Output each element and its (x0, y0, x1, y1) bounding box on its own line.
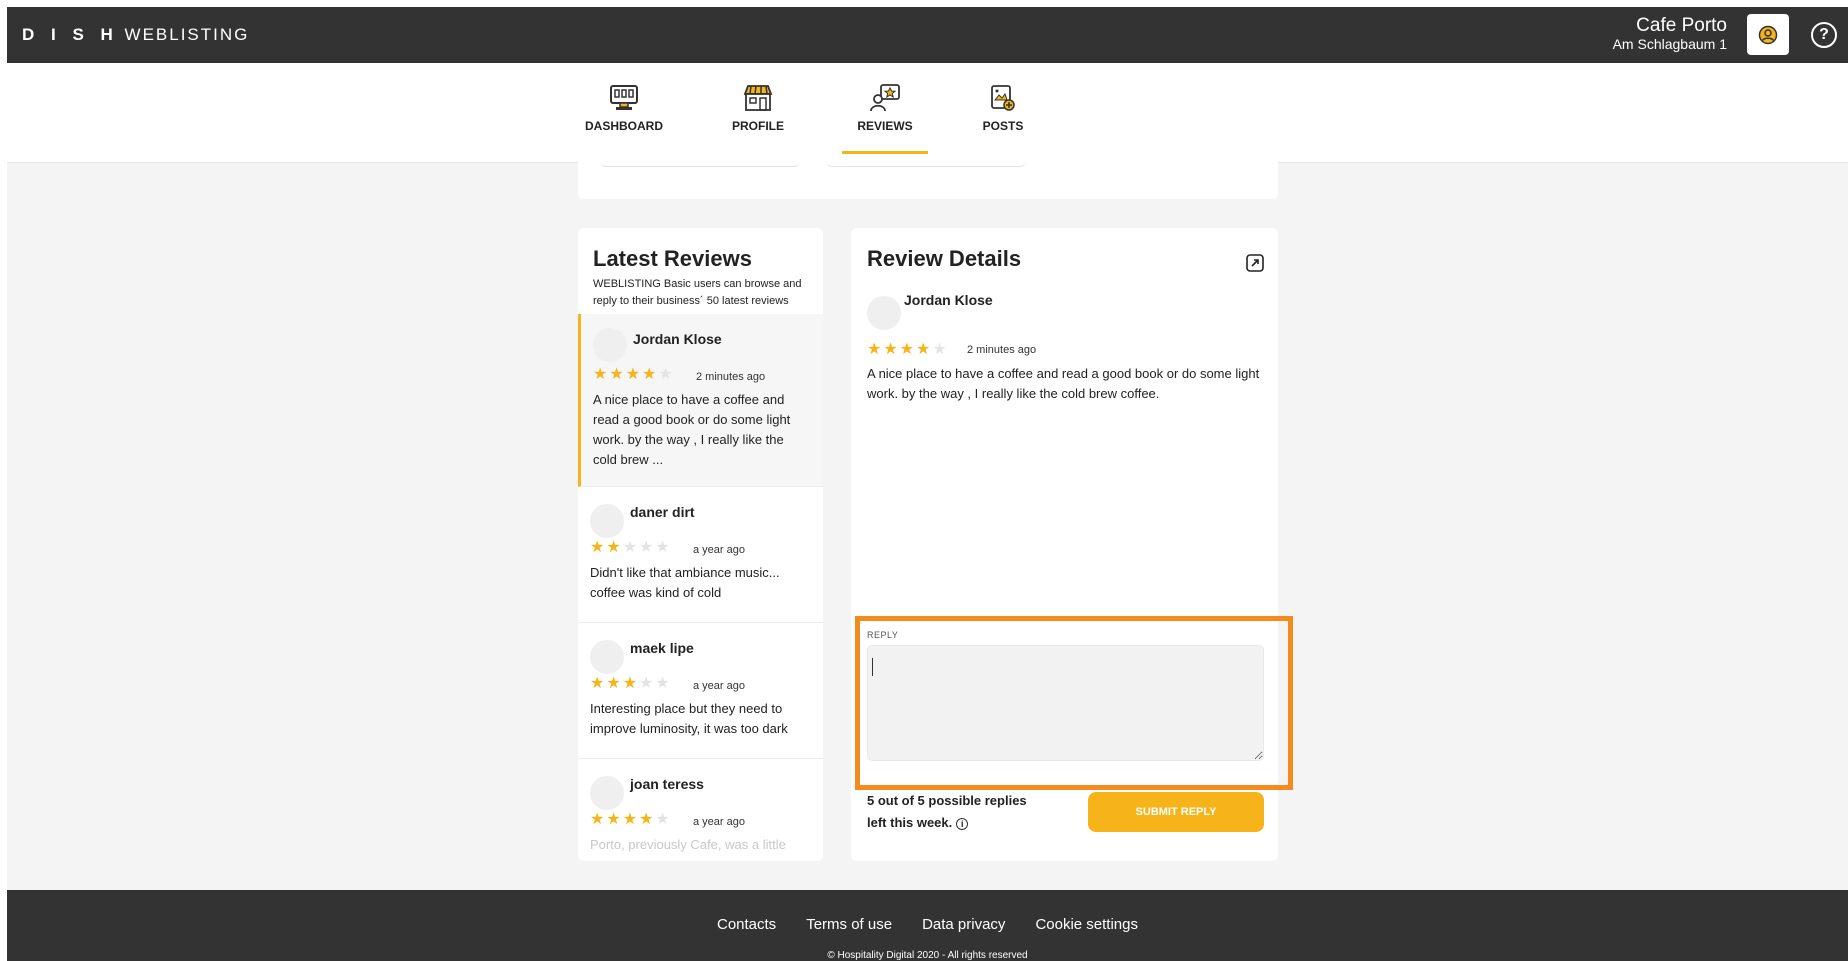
nav-dashboard-label: DASHBOARD (585, 119, 663, 133)
footer: Contacts Terms of use Data privacy Cooki… (7, 890, 1848, 961)
review-text: Interesting place but they need to impro… (590, 701, 788, 736)
expand-icon[interactable] (1246, 254, 1264, 272)
review-time: a year ago (693, 816, 745, 828)
reviewer-name: joan teress (630, 776, 704, 792)
brand-strong: D I S H (22, 25, 119, 44)
reply-label: REPLY (867, 630, 899, 640)
nav-dashboard[interactable]: DASHBOARD (569, 81, 679, 133)
review-time: a year ago (693, 680, 745, 692)
avatar (590, 776, 624, 810)
reviewer-name: daner dirt (630, 504, 695, 520)
review-details-title: Review Details (867, 246, 1022, 271)
main-nav: DASHBOARD PROFILE REVIEWS POSTS (7, 63, 1848, 163)
nav-profile-label: PROFILE (731, 119, 784, 133)
avatar (590, 640, 624, 674)
footer-link-cookies[interactable]: Cookie settings (1035, 916, 1138, 933)
latest-reviews-title: Latest Reviews (593, 246, 752, 271)
nav-posts[interactable]: POSTS (948, 81, 1058, 133)
review-text: Porto, previously Cafe, was a little (590, 837, 786, 852)
reviewer-name: maek lipe (630, 640, 694, 656)
reply-textarea[interactable] (867, 645, 1264, 761)
copyright: © Hospitality Digital 2020 - All rights … (827, 950, 1028, 961)
nav-reviews[interactable]: REVIEWS (830, 81, 940, 154)
active-tab-indicator (842, 151, 928, 154)
review-text: A nice place to have a coffee and read a… (867, 366, 1260, 401)
overview-card-bottom (578, 157, 1278, 199)
reviews-icon (830, 81, 940, 115)
footer-link-privacy[interactable]: Data privacy (922, 916, 1005, 933)
star-rating: ★★★★★ (593, 366, 675, 383)
review-list-item[interactable]: Jordan Klose ★★★★★ 2 minutes ago A nice … (578, 314, 823, 487)
replies-left-label: 5 out of 5 possible replies left this we… (867, 793, 1027, 830)
text-cursor (872, 658, 873, 676)
review-list-item[interactable]: joan teress ★★★★★ a year ago Porto, prev… (578, 759, 823, 861)
card-tab-shadow (600, 161, 800, 167)
review-time: 2 minutes ago (696, 371, 766, 383)
review-text: A nice place to have a coffee and read a… (593, 392, 791, 467)
brand-light: WEBLISTING (124, 25, 250, 44)
footer-link-terms[interactable]: Terms of use (806, 916, 892, 933)
dashboard-icon (569, 81, 679, 115)
star-rating: ★★★★★ (867, 341, 949, 358)
card-tab-shadow (826, 161, 1026, 167)
review-time: 2 minutes ago (967, 344, 1037, 356)
avatar (867, 296, 901, 330)
business-info: Cafe Porto Am Schlagbaum 1 (1613, 15, 1727, 53)
nav-reviews-label: REVIEWS (857, 119, 913, 133)
reviewer-name: Jordan Klose (904, 292, 993, 308)
storefront-icon (703, 81, 813, 115)
business-name: Cafe Porto (1636, 15, 1727, 36)
review-list-item[interactable]: maek lipe ★★★★★ a year ago Interesting p… (578, 623, 823, 759)
review-details-card: Review Details Jordan Klose ★★★★★ 2 minu… (851, 228, 1278, 861)
footer-links: Contacts Terms of use Data privacy Cooki… (7, 916, 1848, 933)
avatar (593, 328, 627, 362)
star-rating: ★★★★★ (590, 539, 672, 556)
business-address: Am Schlagbaum 1 (1612, 36, 1727, 52)
reviewer-name: Jordan Klose (633, 331, 722, 347)
account-button[interactable] (1747, 14, 1789, 55)
latest-reviews-card: Latest Reviews WEBLISTING Basic users ca… (578, 228, 823, 861)
top-bar: D I S H WEBLISTING Cafe Porto Am Schlagb… (7, 7, 1848, 63)
review-time: a year ago (693, 544, 745, 556)
posts-icon (948, 81, 1058, 115)
submit-reply-button[interactable]: SUBMIT REPLY (1088, 792, 1264, 832)
info-icon[interactable]: i (956, 817, 969, 830)
review-text: Didn't like that ambiance music... coffe… (590, 565, 780, 600)
star-rating: ★★★★★ (590, 811, 672, 828)
replies-left-text: 5 out of 5 possible replies left this we… (867, 790, 1042, 834)
nav-posts-label: POSTS (982, 119, 1024, 133)
avatar (590, 504, 624, 538)
help-icon[interactable]: ? (1811, 22, 1837, 48)
brand-logo[interactable]: D I S H WEBLISTING (22, 25, 249, 45)
footer-link-contacts[interactable]: Contacts (717, 916, 776, 933)
star-rating: ★★★★★ (590, 675, 672, 692)
user-avatar-icon (1758, 25, 1778, 44)
app-frame: D I S H WEBLISTING Cafe Porto Am Schlagb… (7, 7, 1848, 961)
latest-reviews-subtitle: WEBLISTING Basic users can browse and re… (593, 278, 802, 307)
review-list-item[interactable]: daner dirt ★★★★★ a year ago Didn't like … (578, 487, 823, 623)
nav-profile[interactable]: PROFILE (703, 81, 813, 133)
